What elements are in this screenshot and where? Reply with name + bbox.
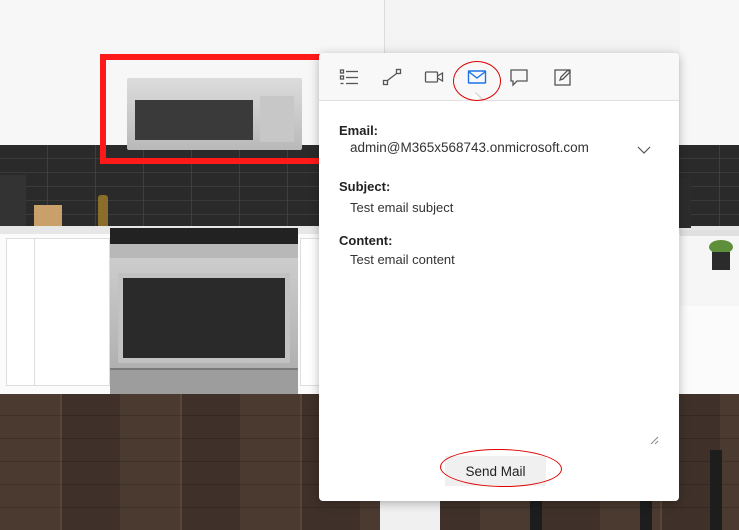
email-value: admin@M365x568743.onmicrosoft.com: [350, 140, 589, 155]
oven-knobs: [110, 244, 298, 258]
cabinet-door: [6, 238, 36, 386]
oven-range: [110, 228, 298, 400]
counter-items: [0, 170, 110, 228]
edit-icon: [554, 69, 571, 86]
email-select[interactable]: admin@M365x568743.onmicrosoft.com: [339, 139, 657, 161]
subject-label: Subject:: [339, 179, 391, 194]
chat-icon: [510, 69, 528, 87]
email-label: Email:: [339, 123, 379, 138]
chat-button[interactable]: [503, 63, 535, 91]
bottle: [98, 195, 108, 227]
knife-block: [34, 205, 62, 227]
subject-input[interactable]: Test email subject: [350, 200, 453, 215]
list-button[interactable]: [333, 63, 365, 91]
cabinet-door: [300, 238, 320, 386]
content-area[interactable]: [339, 253, 659, 445]
edit-button[interactable]: [547, 63, 579, 91]
plant-pot: [712, 252, 730, 270]
content-label: Content:: [339, 233, 393, 248]
coffee-maker: [0, 175, 26, 227]
video-icon: [424, 71, 444, 83]
chevron-down-icon: [637, 146, 651, 154]
connect-icon: [382, 68, 402, 86]
resize-grip-icon[interactable]: [649, 435, 659, 445]
cabinet-door: [680, 0, 739, 147]
object-highlight-box: [100, 54, 340, 164]
connect-button[interactable]: [376, 63, 408, 91]
video-button[interactable]: [418, 63, 450, 91]
cabinet-door: [34, 238, 110, 386]
chair-leg: [710, 450, 722, 530]
action-panel: Email: admin@M365x568743.onmicrosoft.com…: [319, 53, 679, 501]
mail-tab-annotation-circle: [453, 61, 501, 101]
potted-plant: [706, 240, 736, 272]
cabinet-door: [0, 0, 61, 147]
list-icon: [339, 69, 358, 85]
panel-toolbar: [319, 53, 679, 101]
cooktop: [110, 228, 298, 244]
appliance-side: [679, 178, 691, 228]
oven-window: [118, 273, 290, 363]
